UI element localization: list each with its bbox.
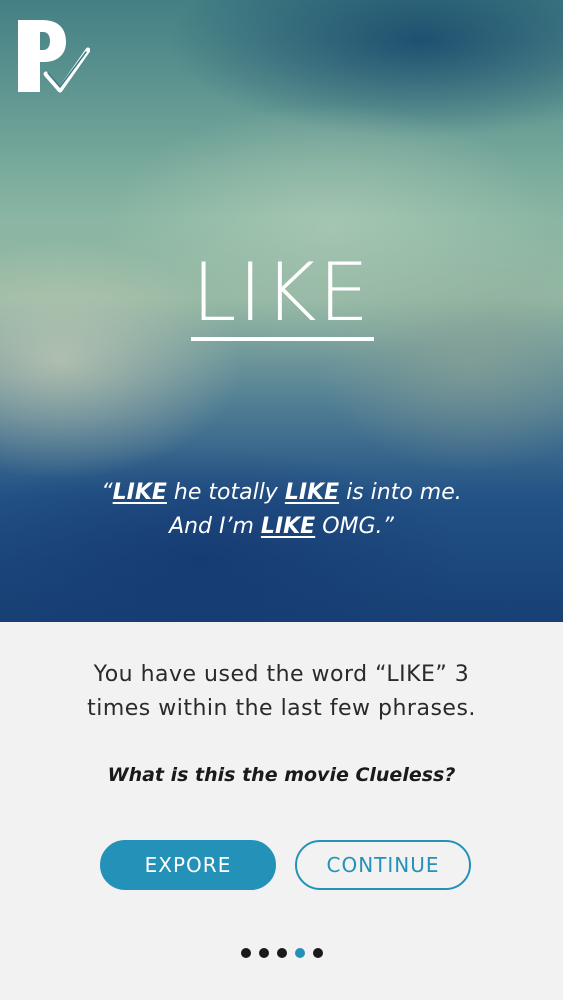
example-quote: “LIKE he totally LIKE is into me. And I’… xyxy=(0,476,563,544)
explore-button[interactable]: EXPORE xyxy=(100,840,276,890)
usage-message-line-1: You have used the word “LIKE” 3 xyxy=(93,662,470,687)
featured-word: LIKE xyxy=(191,246,372,339)
quote-text: he totally xyxy=(166,480,285,505)
page-dot[interactable] xyxy=(241,948,251,958)
quote-text: And I’m xyxy=(169,514,261,539)
page-dot[interactable] xyxy=(277,948,287,958)
quote-line-2: And I’m LIKE OMG.” xyxy=(0,510,563,544)
hero-banner: LIKE “LIKE he totally LIKE is into me. A… xyxy=(0,0,563,622)
quote-text: is into me. xyxy=(339,480,462,505)
quote-line-1: “LIKE he totally LIKE is into me. xyxy=(0,476,563,510)
emphasized-word: LIKE xyxy=(260,514,316,539)
page-dot[interactable] xyxy=(259,948,269,958)
usage-message: You have used the word “LIKE” 3 times wi… xyxy=(40,658,523,726)
p-checkmark-logo-icon xyxy=(18,20,90,93)
featured-word-underline xyxy=(191,337,374,341)
page-dot-active[interactable] xyxy=(295,948,305,958)
emphasized-word: LIKE xyxy=(284,480,340,505)
quote-text: OMG.” xyxy=(315,514,394,539)
usage-message-line-2: times within the last few phrases. xyxy=(87,696,476,721)
quote-text: “ xyxy=(101,480,113,505)
continue-button[interactable]: CONTINUE xyxy=(295,840,471,890)
emphasized-word: LIKE xyxy=(112,480,167,505)
tagline: What is this the movie Clueless? xyxy=(107,764,456,786)
page-dot[interactable] xyxy=(313,948,323,958)
